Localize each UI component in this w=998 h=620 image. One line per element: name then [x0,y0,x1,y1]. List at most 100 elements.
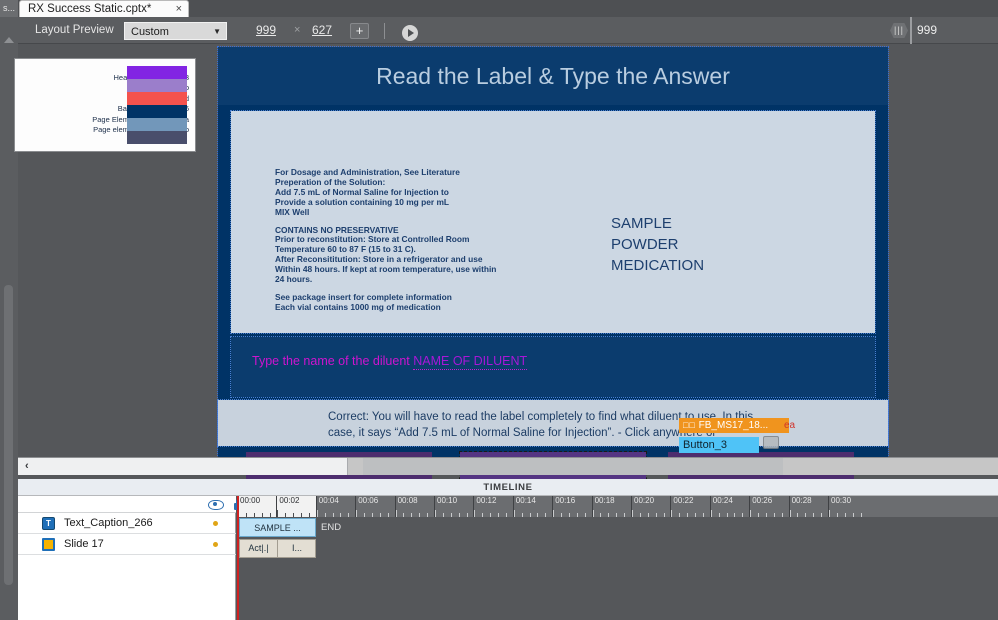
medication-label-panel[interactable]: For Dosage and Administration, See Liter… [230,110,876,334]
brand-line: SAMPLE [611,215,672,232]
ruler-tick-label: 00:26 [752,496,773,505]
timeline-bar-slide[interactable]: Act|.| I... [239,539,316,558]
legend-swatch [127,131,187,144]
scrollbar-track-right[interactable] [363,458,783,475]
ruler-minor-tick [371,513,373,517]
scrollbar-thumb[interactable]: ‹ [18,458,348,475]
red-text-fragment: ea [784,420,796,431]
breakpoint-width-value: 999 [917,23,938,37]
ruler-minor-tick [695,513,697,517]
tab-previous-document[interactable]: s... [0,0,18,17]
ruler-tick-label: 00:08 [397,496,418,505]
timeline-bar-segment: I... [291,543,302,553]
ruler-minor-tick [671,510,673,517]
ruler-minor-tick [379,513,381,517]
timeline-row-label: Slide 17 [64,538,104,550]
timeline-title: TIMELINE [483,482,533,493]
color-legend-panel: Heading Line #8224e3 Button #9b7ecb Line… [14,58,196,152]
ruler-minor-tick [293,513,295,517]
ruler-minor-tick [576,513,578,517]
height-input[interactable]: 627 [312,17,332,44]
ruler-minor-tick [718,513,720,517]
ruler-tick-group: 00:06 [355,496,394,517]
diluent-prompt: Type the name of the diluent NAME OF DIL… [252,354,528,370]
ruler-minor-tick [639,513,641,517]
toolbar-divider [384,23,385,39]
ruler-tick-group: 00:30 [828,496,867,517]
dimension-separator: × [294,24,301,36]
ruler-minor-tick [348,513,350,517]
timeline-header[interactable]: TIMELINE [18,479,998,496]
ruler-minor-tick [324,513,326,517]
diluent-question-band[interactable]: Type the name of the diluent NAME OF DIL… [230,336,876,398]
object-name-tag-label: FB_MS17_18... [698,420,769,431]
timeline-ruler[interactable]: 00:00 00:02 00:04 00:06 00:08 00:10 00:12 00:14… [237,496,998,517]
ruler-minor-tick [277,510,279,517]
ruler-minor-tick [474,510,476,517]
diluent-answer-field[interactable]: NAME OF DILUENT [413,354,528,370]
ruler-minor-tick [482,513,484,517]
eye-icon[interactable] [208,499,224,510]
stage-horizontal-scrollbar[interactable]: ‹ [18,457,998,475]
ruler-minor-tick [584,513,586,517]
width-input[interactable]: 999 [256,17,276,44]
document-tab-bar: s... RX Success Static.cptx* × [0,0,998,17]
close-icon[interactable]: × [176,1,182,18]
ruler-tick-label: 00:24 [712,496,733,505]
play-icon[interactable] [402,25,418,41]
ruler-minor-tick [765,513,767,517]
ruler-tick-group: 00:00 [237,496,276,517]
label-brand-text: SAMPLE POWDER MEDICATION [611,213,704,276]
add-preset-button[interactable]: + [350,23,369,39]
ruler-minor-tick [608,513,610,517]
ruler-minor-tick [245,513,247,517]
chevron-down-icon: ▼ [213,27,221,36]
slide-title-bar[interactable]: Read the Label & Type the Answer [218,47,888,105]
ruler-minor-tick [411,513,413,517]
chevron-up-icon[interactable] [4,37,14,43]
ruler-minor-tick [466,513,468,517]
ruler-tick-label: 00:10 [437,496,458,505]
timeline-row[interactable]: Slide 17 [18,534,242,555]
ruler-tick-group: 00:16 [552,496,591,517]
ruler-tick-group: 00:24 [709,496,749,517]
left-rail-scrollbar[interactable] [4,285,13,585]
breakpoint-handle-icon[interactable]: ||| [890,23,908,38]
legend-swatch [127,92,187,105]
ruler-minor-tick [356,510,358,517]
ruler-minor-tick [364,513,366,517]
timeline-empty-area [18,560,998,620]
ruler-minor-tick [632,510,633,517]
object-name-tag[interactable]: □□ FB_MS17_18... [679,418,789,433]
ruler-tick-group: 00:28 [788,496,828,517]
ruler-minor-tick [553,510,555,517]
label-line: MIX Well [275,206,310,217]
legend-swatch [127,79,187,92]
ruler-minor-tick [521,513,523,517]
visibility-toggle[interactable] [213,521,218,526]
ruler-tick-label: 00:28 [791,496,812,505]
button-name-tag[interactable]: Button_3 [679,437,759,453]
slide-canvas[interactable]: Read the Label & Type the Answer For Dos… [217,46,889,495]
ruler-minor-tick [852,513,854,517]
timeline-playhead[interactable] [237,496,239,620]
ruler-minor-tick [505,513,507,517]
preset-select[interactable]: Custom ▼ [124,22,227,40]
ruler-minor-tick [561,513,563,517]
tab-active-document[interactable]: RX Success Static.cptx* × [19,0,189,17]
legend-swatch [127,66,187,79]
ruler-tick-label: 00:16 [555,496,576,505]
ruler-minor-tick [592,510,594,517]
timeline-bar-caption[interactable]: SAMPLE ... [239,518,316,537]
brand-line: POWDER [611,236,679,253]
timeline-object-list-empty [18,560,236,620]
ruler-tick-group: 00:04 [315,496,355,517]
chevron-left-icon[interactable]: ‹ [25,458,29,475]
ruler-minor-tick [805,513,807,517]
ruler-minor-tick [419,513,421,517]
cursor-icon [763,436,779,449]
visibility-toggle[interactable] [213,542,218,547]
ruler-minor-tick [387,513,389,517]
ruler-minor-tick [332,513,334,517]
timeline-row[interactable]: T Text_Caption_266 [18,513,242,534]
